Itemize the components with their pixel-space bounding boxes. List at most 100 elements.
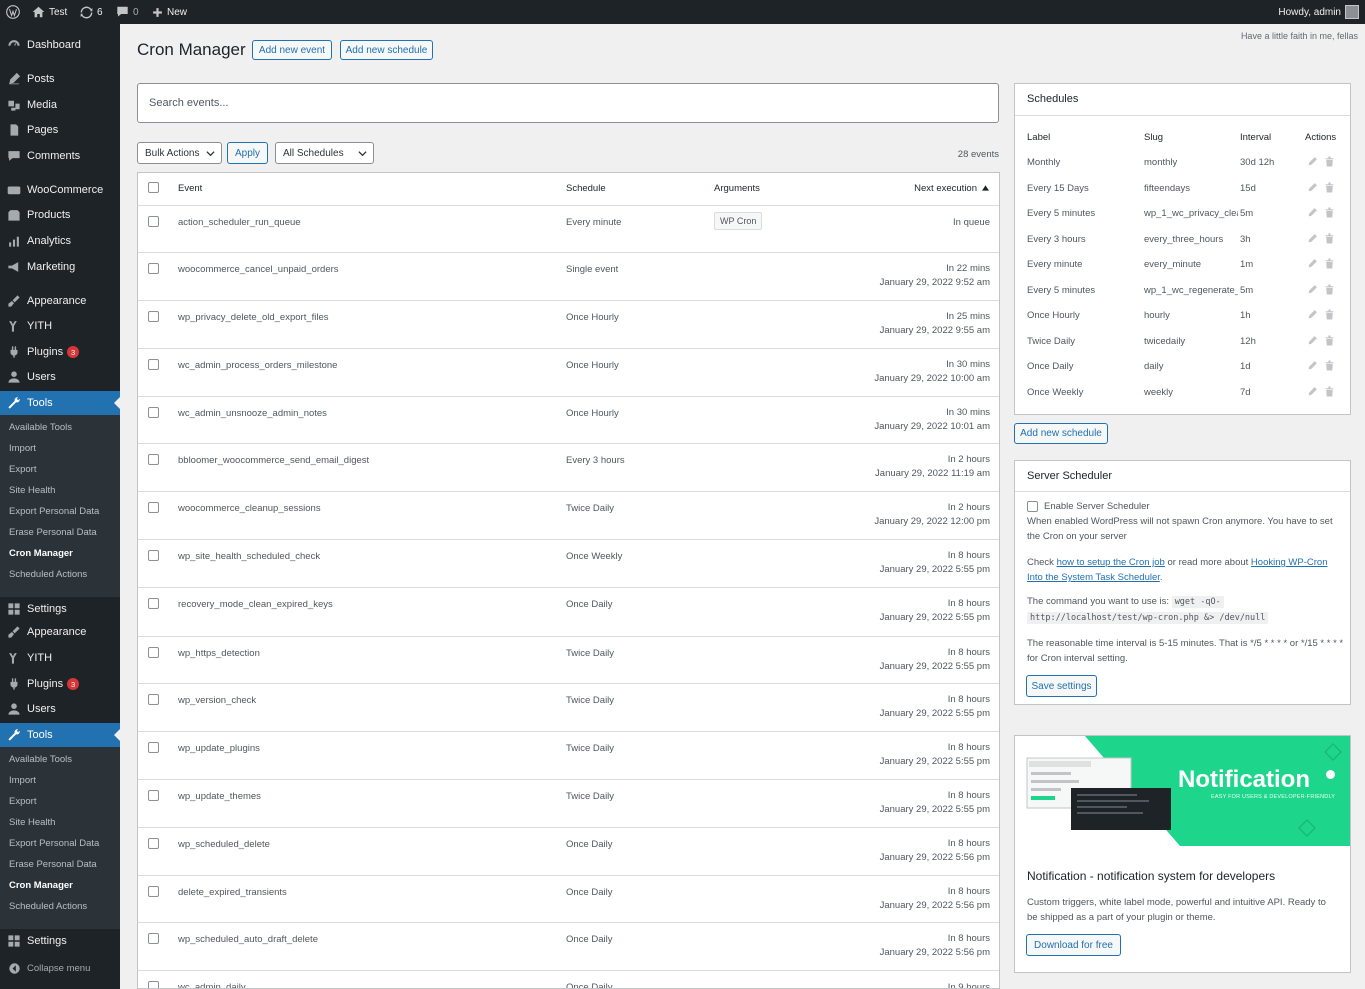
- submenu-item-cron-manager[interactable]: Cron Manager: [9, 880, 73, 891]
- submenu-item-available-tools[interactable]: Available Tools: [9, 422, 72, 433]
- submenu-item-available-tools[interactable]: Available Tools: [9, 754, 72, 765]
- column-schedule[interactable]: Schedule: [566, 183, 606, 194]
- sort-asc-icon[interactable]: [982, 185, 989, 191]
- submenu-item-import[interactable]: Import: [9, 775, 36, 786]
- column-event[interactable]: Event: [178, 183, 202, 194]
- event-hook-name[interactable]: wp_update_themes: [178, 791, 261, 802]
- bulk-actions-select[interactable]: Bulk Actions: [137, 142, 222, 164]
- edit-pencil-icon[interactable]: [1307, 360, 1318, 374]
- trash-icon[interactable]: [1324, 386, 1335, 400]
- event-hook-name[interactable]: action_scheduler_run_queue: [178, 217, 301, 228]
- menu-item-settings[interactable]: Settings: [0, 597, 120, 621]
- updates-link[interactable]: 6: [80, 0, 103, 24]
- row-checkbox[interactable]: [148, 454, 159, 465]
- submenu-item-site-health[interactable]: Site Health: [9, 485, 55, 496]
- submenu-item-export-personal-data[interactable]: Export Personal Data: [9, 838, 99, 849]
- menu-item-settings[interactable]: Settings: [0, 929, 120, 953]
- event-hook-name[interactable]: wp_https_detection: [178, 648, 260, 659]
- event-hook-name[interactable]: wp_update_plugins: [178, 743, 260, 754]
- event-hook-name[interactable]: woocommerce_cleanup_sessions: [178, 503, 321, 514]
- save-settings-button[interactable]: Save settings: [1026, 675, 1097, 697]
- menu-item-tools[interactable]: Tools: [0, 391, 120, 415]
- column-next-execution[interactable]: Next execution: [914, 183, 977, 194]
- menu-item-marketing[interactable]: Marketing: [0, 255, 120, 279]
- submenu-item-site-health[interactable]: Site Health: [9, 817, 55, 828]
- event-hook-name[interactable]: wc_admin_process_orders_milestone: [178, 360, 337, 371]
- edit-pencil-icon[interactable]: [1307, 207, 1318, 221]
- event-hook-name[interactable]: wp_privacy_delete_old_export_files: [178, 312, 329, 323]
- menu-item-pages[interactable]: Pages: [0, 118, 120, 142]
- row-checkbox[interactable]: [148, 886, 159, 897]
- submenu-item-scheduled-actions[interactable]: Scheduled Actions: [9, 569, 87, 580]
- row-checkbox[interactable]: [148, 981, 159, 988]
- trash-icon[interactable]: [1324, 360, 1335, 374]
- row-checkbox[interactable]: [148, 790, 159, 801]
- search-input[interactable]: Search events...: [137, 83, 999, 123]
- menu-item-media[interactable]: Media: [0, 93, 120, 117]
- trash-icon[interactable]: [1324, 258, 1335, 272]
- add-schedule-button[interactable]: Add new schedule: [1014, 423, 1108, 444]
- row-checkbox[interactable]: [148, 742, 159, 753]
- submenu-item-erase-personal-data[interactable]: Erase Personal Data: [9, 527, 97, 538]
- trash-icon[interactable]: [1324, 309, 1335, 323]
- event-hook-name[interactable]: bbloomer_woocommerce_send_email_digest: [178, 455, 369, 466]
- comments-link[interactable]: 0: [116, 0, 139, 24]
- row-checkbox[interactable]: [148, 838, 159, 849]
- edit-pencil-icon[interactable]: [1307, 156, 1318, 170]
- menu-item-posts[interactable]: Posts: [0, 67, 120, 91]
- event-hook-name[interactable]: delete_expired_transients: [178, 887, 287, 898]
- menu-item-users[interactable]: Users: [0, 697, 120, 721]
- menu-item-yith[interactable]: YITH: [0, 314, 120, 338]
- trash-icon[interactable]: [1324, 156, 1335, 170]
- row-checkbox[interactable]: [148, 694, 159, 705]
- edit-pencil-icon[interactable]: [1307, 182, 1318, 196]
- event-hook-name[interactable]: wp_scheduled_delete: [178, 839, 270, 850]
- submenu-item-export[interactable]: Export: [9, 464, 36, 475]
- row-checkbox[interactable]: [148, 311, 159, 322]
- trash-icon[interactable]: [1324, 233, 1335, 247]
- row-checkbox[interactable]: [148, 598, 159, 609]
- new-content-link[interactable]: New: [152, 0, 187, 24]
- promo-banner[interactable]: Notification EASY FOR USERS & DEVELOPER-…: [1015, 736, 1350, 846]
- row-checkbox[interactable]: [148, 216, 159, 227]
- enable-server-scheduler-label[interactable]: Enable Server Scheduler: [1044, 499, 1150, 514]
- trash-icon[interactable]: [1324, 335, 1335, 349]
- menu-item-users[interactable]: Users: [0, 365, 120, 389]
- menu-item-comments[interactable]: Comments: [0, 144, 120, 168]
- collapse-menu-button[interactable]: Collapse menu: [0, 956, 120, 980]
- submenu-item-import[interactable]: Import: [9, 443, 36, 454]
- add-new-event-button[interactable]: Add new event: [252, 40, 332, 60]
- site-name-link[interactable]: Test: [32, 0, 67, 24]
- edit-pencil-icon[interactable]: [1307, 386, 1318, 400]
- menu-item-appearance[interactable]: Appearance: [0, 289, 120, 313]
- menu-item-analytics[interactable]: Analytics: [0, 229, 120, 253]
- trash-icon[interactable]: [1324, 182, 1335, 196]
- edit-pencil-icon[interactable]: [1307, 335, 1318, 349]
- event-hook-name[interactable]: wp_version_check: [178, 695, 256, 706]
- menu-item-dashboard[interactable]: Dashboard: [0, 33, 120, 57]
- menu-item-appearance[interactable]: Appearance: [0, 620, 120, 644]
- event-hook-name[interactable]: wc_admin_daily: [178, 982, 246, 988]
- row-checkbox[interactable]: [148, 933, 159, 944]
- submenu-item-scheduled-actions[interactable]: Scheduled Actions: [9, 901, 87, 912]
- submenu-item-export[interactable]: Export: [9, 796, 36, 807]
- edit-pencil-icon[interactable]: [1307, 258, 1318, 272]
- submenu-item-cron-manager[interactable]: Cron Manager: [9, 548, 73, 559]
- menu-item-woocommerce[interactable]: WooCommerce: [0, 178, 120, 202]
- row-checkbox[interactable]: [148, 263, 159, 274]
- enable-server-scheduler-checkbox[interactable]: [1027, 501, 1038, 512]
- menu-item-yith[interactable]: YITH: [0, 646, 120, 670]
- row-checkbox[interactable]: [148, 502, 159, 513]
- menu-item-plugins[interactable]: Plugins 3: [0, 672, 120, 696]
- row-checkbox[interactable]: [148, 407, 159, 418]
- row-checkbox[interactable]: [148, 550, 159, 561]
- menu-item-products[interactable]: Products: [0, 203, 120, 227]
- event-hook-name[interactable]: wc_admin_unsnooze_admin_notes: [178, 408, 327, 419]
- event-hook-name[interactable]: wp_site_health_scheduled_check: [178, 551, 320, 562]
- event-hook-name[interactable]: recovery_mode_clean_expired_keys: [178, 599, 333, 610]
- trash-icon[interactable]: [1324, 284, 1335, 298]
- event-hook-name[interactable]: wp_scheduled_auto_draft_delete: [178, 934, 318, 945]
- select-all-checkbox[interactable]: [148, 182, 159, 193]
- menu-item-tools[interactable]: Tools: [0, 723, 120, 747]
- edit-pencil-icon[interactable]: [1307, 284, 1318, 298]
